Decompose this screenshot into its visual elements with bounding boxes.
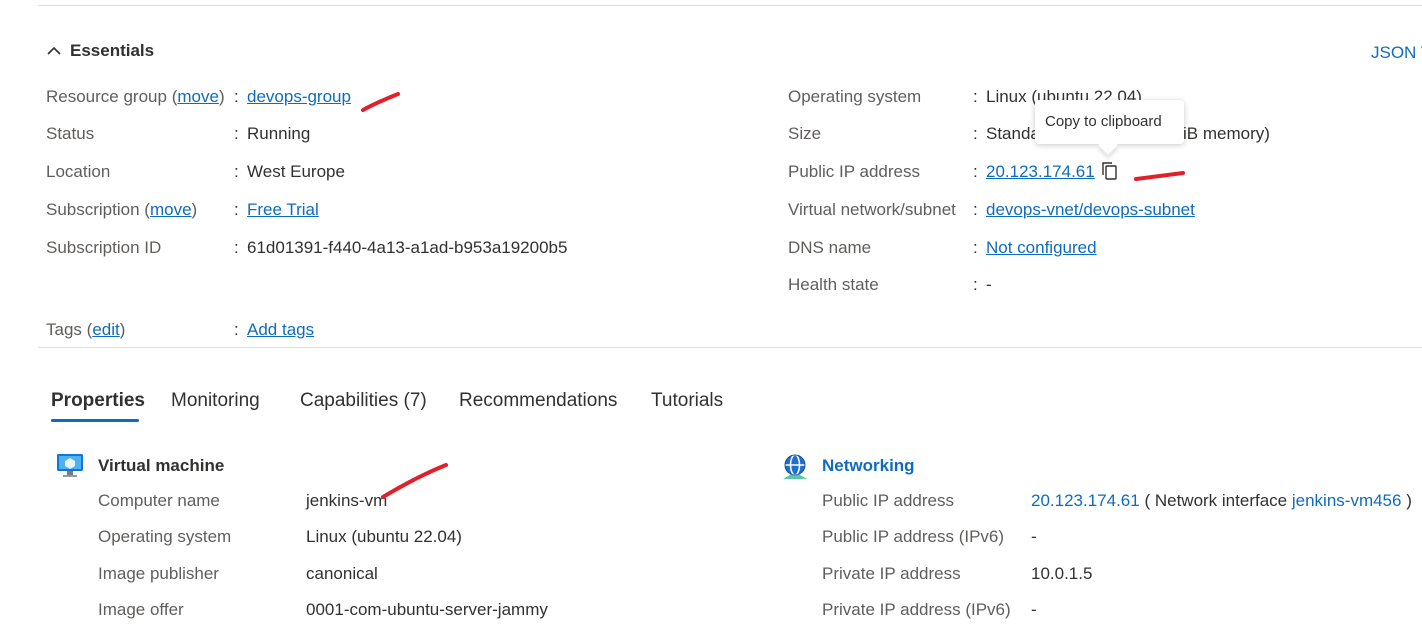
resource-group-label: Resource group (move) [46, 87, 225, 106]
dns-name-link[interactable]: Not configured [986, 238, 1097, 258]
colon: : [973, 275, 978, 294]
net-public-ipv6-value: - [1031, 527, 1037, 546]
add-tags-link[interactable]: Add tags [247, 320, 314, 340]
json-view-link[interactable]: JSON V [1371, 43, 1422, 63]
resource-group-move-link[interactable]: move [177, 87, 219, 106]
vm-os-value: Linux (ubuntu 22.04) [306, 527, 462, 546]
network-interface-link[interactable]: jenkins-vm456 [1292, 491, 1402, 510]
image-offer-value: 0001-com-ubuntu-server-jammy [306, 600, 548, 619]
annotation-mark [381, 463, 448, 499]
tooltip-beak [1098, 135, 1118, 155]
colon: : [234, 162, 239, 181]
annotation-mark [1134, 171, 1185, 181]
tags-edit-link[interactable]: edit [92, 320, 119, 339]
colon: : [234, 87, 239, 106]
copy-tooltip: Copy to clipboard [1035, 100, 1184, 155]
size-value-start: Standa [986, 124, 1040, 143]
tags-label: Tags (edit) [46, 320, 126, 339]
colon: : [973, 162, 978, 181]
health-state-label: Health state [788, 275, 879, 294]
tooltip-text: Copy to clipboard [1045, 113, 1162, 130]
net-public-ipv6-label: Public IP address (IPv6) [822, 527, 1005, 546]
vm-os-label: Operating system [98, 527, 232, 546]
colon: : [234, 320, 239, 339]
subscription-move-link[interactable]: move [150, 200, 192, 219]
virtual-machine-icon [57, 454, 83, 477]
net-public-ip-row: 20.123.174.61 ( Network interface jenkin… [1031, 491, 1412, 510]
tab-monitoring[interactable]: Monitoring [171, 390, 260, 412]
dns-name-label: DNS name [788, 238, 872, 257]
networking-title-link[interactable]: Networking [822, 456, 915, 476]
location-label: Location [46, 162, 111, 181]
net-public-ip-label: Public IP address [822, 491, 954, 510]
vnet-subnet-link[interactable]: devops-vnet/devops-subnet [986, 200, 1195, 220]
net-private-ipv6-label: Private IP address (IPv6) [822, 600, 1011, 619]
colon: : [234, 238, 239, 257]
vnet-subnet-label: Virtual network/subnet [788, 200, 956, 219]
active-tab-indicator [51, 419, 139, 422]
size-value-end: iB memory) [1183, 124, 1270, 143]
essentials-title: Essentials [70, 41, 155, 60]
computer-name-value: jenkins-vm [306, 491, 388, 510]
subscription-id-label: Subscription ID [46, 238, 162, 257]
tab-capabilities[interactable]: Capabilities (7) [300, 390, 427, 412]
colon: : [973, 238, 978, 257]
public-ip-label: Public IP address [788, 162, 920, 181]
subscription-value-link[interactable]: Free Trial [247, 200, 319, 220]
section-divider [38, 347, 1422, 348]
tab-properties[interactable]: Properties [51, 390, 145, 412]
net-public-ip-link[interactable]: 20.123.174.61 [1031, 491, 1140, 510]
net-private-ipv6-value: - [1031, 600, 1037, 619]
status-label: Status [46, 124, 95, 143]
image-publisher-label: Image publisher [98, 564, 219, 583]
os-label: Operating system [788, 87, 922, 106]
computer-name-label: Computer name [98, 491, 220, 510]
health-state-value: - [986, 275, 992, 294]
colon: : [973, 200, 978, 219]
net-private-ip-label: Private IP address [822, 564, 961, 583]
colon: : [973, 87, 978, 106]
status-value: Running [247, 124, 311, 143]
net-private-ip-value: 10.0.1.5 [1031, 564, 1093, 583]
subscription-id-value: 61d01391-f440-4a13-a1ad-b953a19200b5 [247, 238, 568, 257]
tab-tutorials[interactable]: Tutorials [651, 390, 723, 412]
subscription-label: Subscription (move) [46, 200, 198, 219]
public-ip-link[interactable]: 20.123.174.61 [986, 162, 1095, 182]
networking-icon [783, 454, 807, 479]
image-publisher-value: canonical [306, 564, 378, 583]
location-value: West Europe [247, 162, 345, 181]
colon: : [234, 124, 239, 143]
essentials-toggle[interactable]: Essentials [46, 41, 154, 61]
colon: : [973, 124, 978, 143]
tab-recommendations[interactable]: Recommendations [459, 390, 617, 412]
virtual-machine-title: Virtual machine [98, 456, 225, 475]
colon: : [234, 200, 239, 219]
resource-group-value-link[interactable]: devops-group [247, 87, 351, 107]
chevron-up-icon [47, 46, 61, 55]
top-divider [38, 5, 1422, 6]
image-offer-label: Image offer [98, 600, 184, 619]
size-label: Size [788, 124, 822, 143]
copy-icon[interactable] [1100, 160, 1120, 182]
annotation-mark [361, 92, 400, 112]
